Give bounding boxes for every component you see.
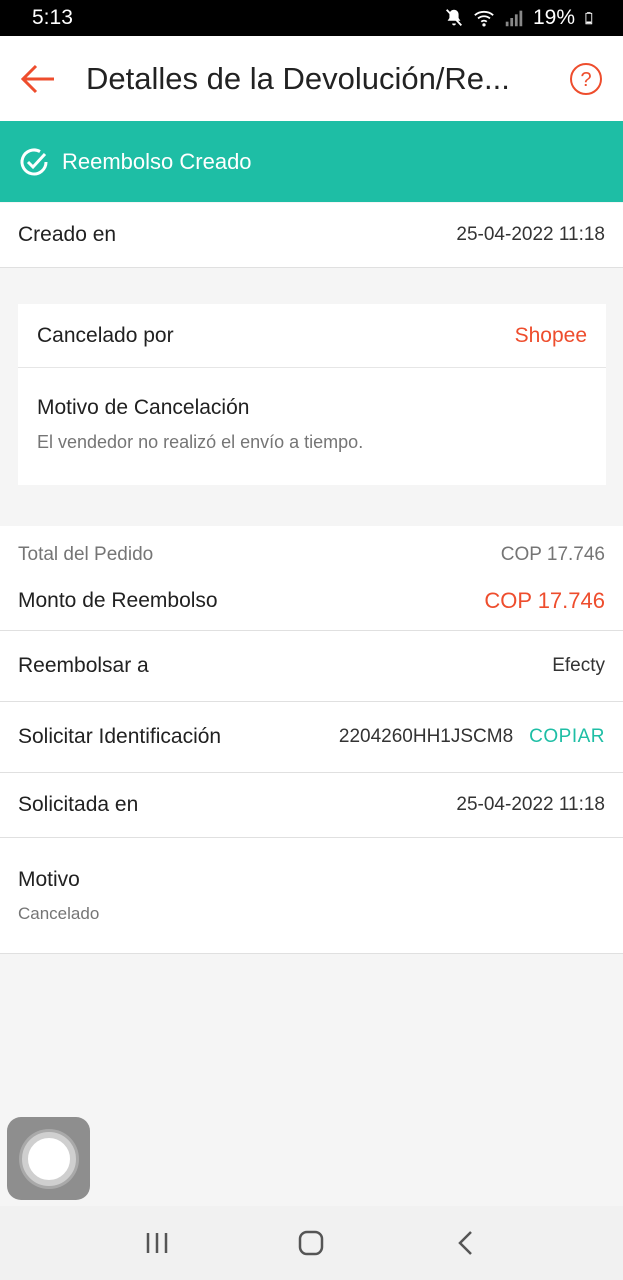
cancellation-card: Cancelado por Shopee Motivo de Cancelaci… bbox=[18, 304, 606, 485]
reason-label: Motivo bbox=[18, 868, 80, 891]
svg-text:?: ? bbox=[580, 69, 591, 91]
status-icons: 19% bbox=[443, 6, 597, 30]
created-value: 25-04-2022 11:18 bbox=[456, 224, 605, 245]
request-id-label: Solicitar Identificación bbox=[18, 725, 222, 748]
cancellation-reason-label: Motivo de Cancelación bbox=[37, 396, 250, 419]
cancelled-by-value: Shopee bbox=[514, 323, 587, 347]
refund-summary: Total del Pedido COP 17.746 Monto de Ree… bbox=[0, 526, 623, 630]
signal-icon bbox=[505, 10, 523, 27]
recent-apps-icon bbox=[146, 1233, 168, 1253]
request-id-value: 2204260HH1JSCM8 bbox=[338, 726, 514, 747]
refund-status-banner: Reembolso Creado bbox=[0, 121, 623, 202]
order-total-row: Total del Pedido COP 17.746 bbox=[18, 544, 605, 566]
divider bbox=[0, 267, 623, 268]
refund-status-text: Reembolso Creado bbox=[62, 148, 252, 174]
home-button[interactable] bbox=[291, 1223, 331, 1263]
refund-to-label: Reembolsar a bbox=[18, 654, 149, 677]
created-row: Creado en 25-04-2022 11:18 bbox=[0, 203, 623, 267]
back-nav-button[interactable] bbox=[446, 1223, 486, 1263]
assistive-touch-icon bbox=[21, 1131, 76, 1186]
recent-apps-button[interactable] bbox=[137, 1223, 177, 1263]
refund-to-row: Reembolsar a Efecty bbox=[0, 631, 623, 701]
reason-block: Motivo Cancelado bbox=[0, 838, 623, 953]
order-total-value: COP 17.746 bbox=[500, 544, 605, 565]
refund-to-value: Efecty bbox=[552, 655, 605, 676]
cancelled-by-row: Cancelado por Shopee bbox=[18, 304, 606, 368]
reason-value: Cancelado bbox=[18, 904, 100, 923]
requested-at-row: Solicitada en 25-04-2022 11:18 bbox=[0, 773, 623, 837]
requested-at-value: 25-04-2022 11:18 bbox=[456, 794, 605, 815]
back-arrow-icon bbox=[20, 64, 54, 93]
home-icon bbox=[299, 1230, 324, 1256]
status-bar: 5:13 19% bbox=[0, 0, 623, 36]
refund-amount-row: Monto de Reembolso COP 17.746 bbox=[18, 588, 605, 614]
cancelled-by-label: Cancelado por bbox=[37, 323, 174, 347]
app-bar: Detalles de la Devolución/Re... ? bbox=[0, 36, 623, 121]
cancellation-reason-value: El vendedor no realizó el envío a tiempo… bbox=[37, 432, 364, 452]
battery-icon bbox=[585, 12, 593, 25]
requested-at-label: Solicitada en bbox=[18, 793, 139, 816]
copy-button[interactable]: COPIAR bbox=[529, 726, 605, 748]
divider bbox=[0, 953, 623, 954]
order-total-label: Total del Pedido bbox=[18, 544, 154, 565]
request-id-group: 2204260HH1JSCM8 COPIAR bbox=[339, 726, 605, 748]
wifi-icon bbox=[474, 10, 494, 27]
check-circle-icon bbox=[20, 148, 48, 175]
request-id-row: Solicitar Identificación 2204260HH1JSCM8… bbox=[0, 702, 623, 772]
refund-amount-value: COP 17.746 bbox=[484, 588, 605, 613]
assistive-touch-button[interactable] bbox=[7, 1117, 90, 1200]
refund-amount-label: Monto de Reembolso bbox=[18, 589, 218, 612]
help-icon[interactable]: ? bbox=[569, 62, 603, 96]
system-navigation-bar bbox=[0, 1206, 623, 1280]
mute-icon bbox=[445, 9, 462, 26]
page-title: Detalles de la Devolución/Re... bbox=[86, 60, 510, 96]
back-button[interactable] bbox=[0, 36, 74, 121]
battery-percent: 19% bbox=[532, 6, 575, 29]
cancellation-reason: Motivo de Cancelación El vendedor no rea… bbox=[37, 396, 363, 453]
chevron-left-icon bbox=[458, 1231, 472, 1255]
status-time: 5:13 bbox=[32, 6, 73, 29]
created-label: Creado en bbox=[18, 223, 117, 246]
